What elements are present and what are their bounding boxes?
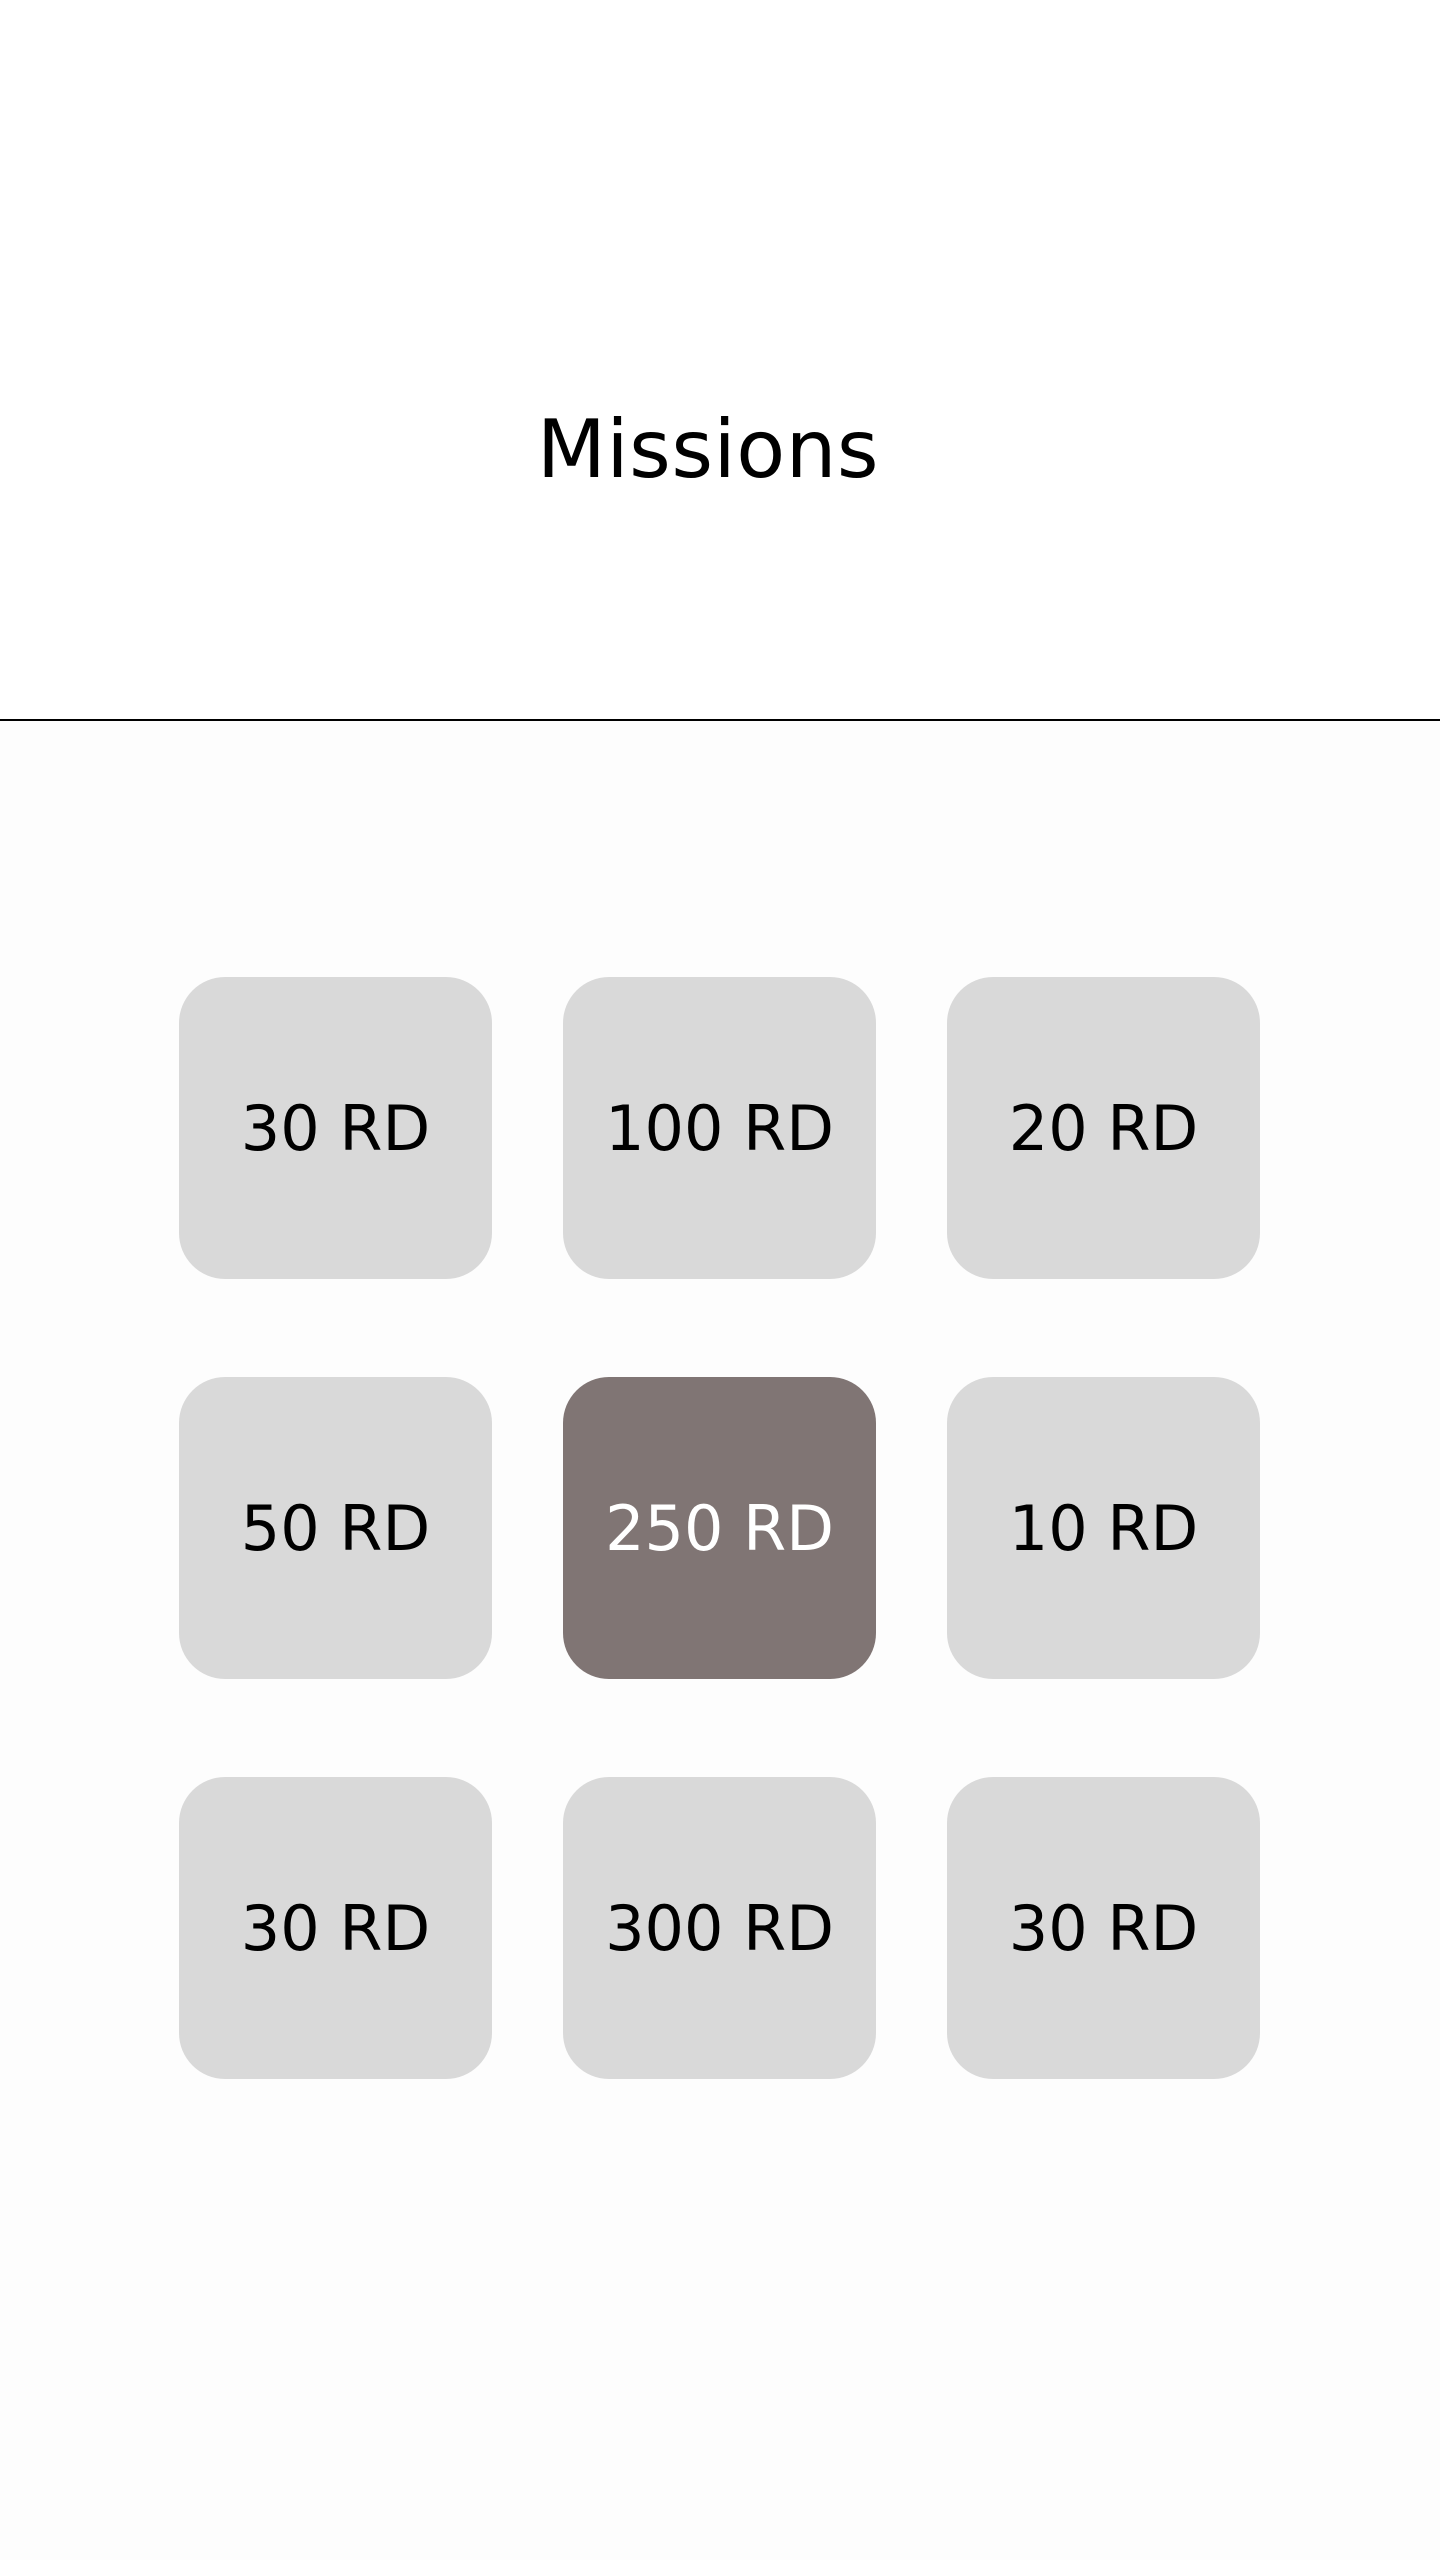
mission-grid: 30 RD 100 RD 20 RD 50 RD 250 RD 10 RD 30… [179,977,1261,2079]
mission-tile[interactable]: 300 RD [563,1777,876,2079]
mission-tile[interactable]: 30 RD [947,1777,1260,2079]
mission-tile[interactable]: 30 RD [179,977,492,1279]
mission-tile[interactable]: 10 RD [947,1377,1260,1679]
mission-tile[interactable]: 30 RD [179,1777,492,2079]
mission-tile-selected[interactable]: 250 RD [563,1377,876,1679]
mission-tile[interactable]: 20 RD [947,977,1260,1279]
page-title: Missions [536,403,880,496]
missions-screen: Missions 30 RD 100 RD 20 RD 50 RD 250 RD… [0,0,1440,2560]
mission-tile[interactable]: 50 RD [179,1377,492,1679]
mission-tile[interactable]: 100 RD [563,977,876,1279]
header-divider [0,719,1440,721]
header: Missions [0,0,1440,720]
